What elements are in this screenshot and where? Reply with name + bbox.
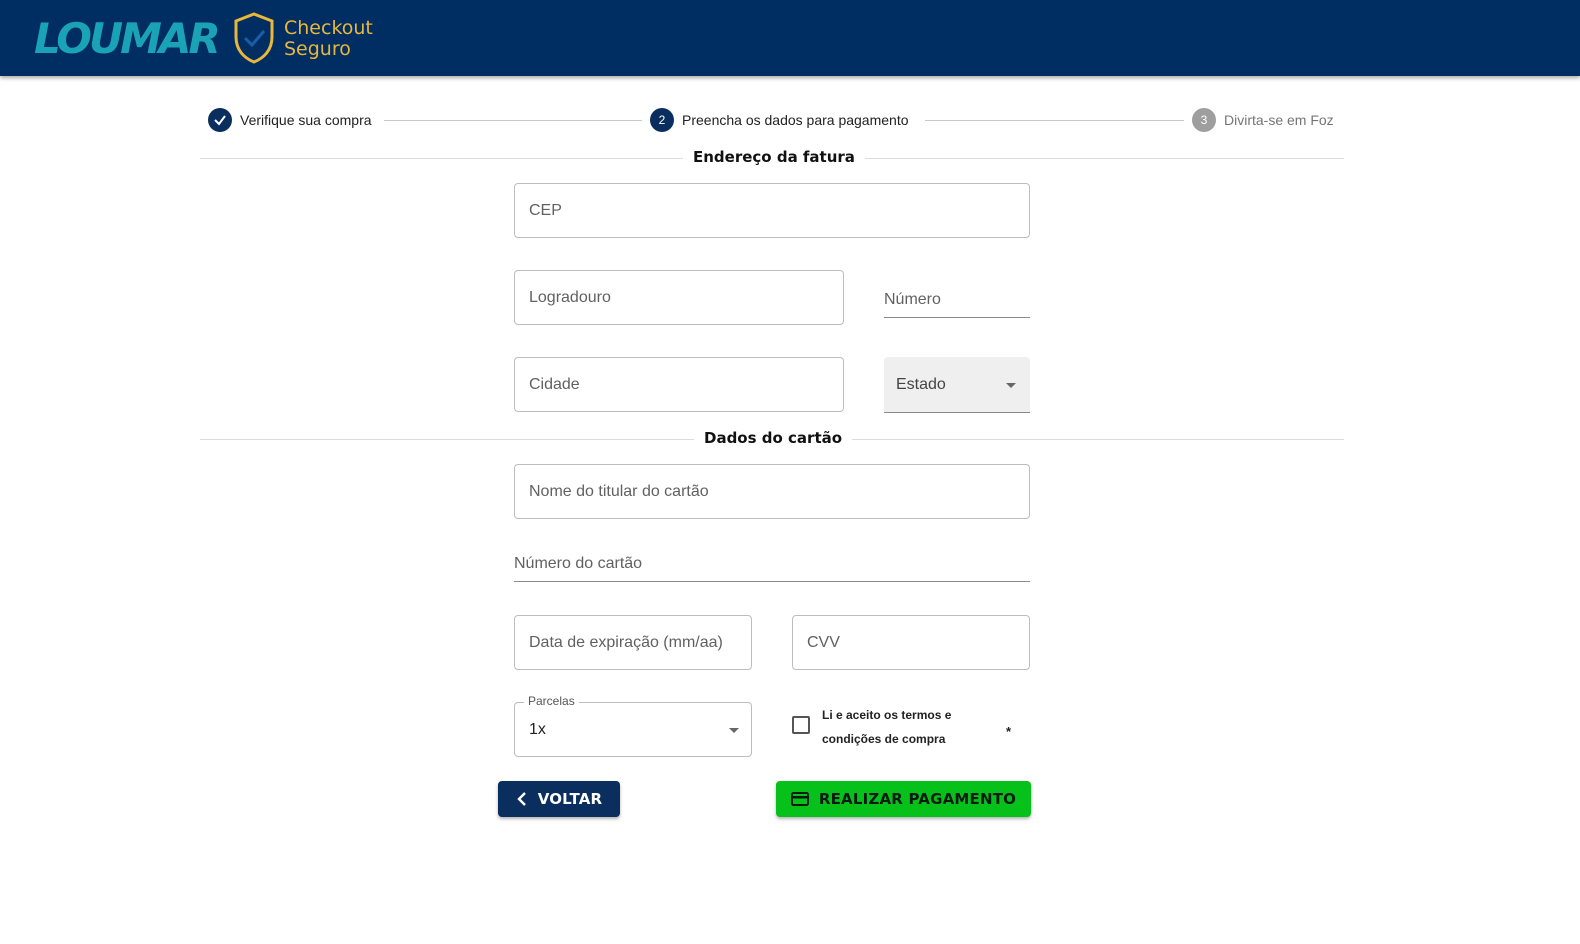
- badge-line-1: Checkout: [284, 17, 373, 39]
- brand-logo[interactable]: LOUMAR: [34, 14, 221, 63]
- card-section-title: Dados do cartão: [694, 429, 853, 447]
- step-label: Preencha os dados para pagamento: [682, 112, 909, 128]
- numero-input[interactable]: Número: [884, 280, 1030, 318]
- app-header: LOUMAR Checkout Seguro: [0, 0, 1580, 76]
- shield-check-icon: [234, 12, 274, 64]
- terms-checkbox[interactable]: [792, 716, 810, 734]
- step-label: Divirta-se em Foz: [1224, 112, 1334, 128]
- step-number: 2: [650, 108, 674, 132]
- back-button-label: VOLTAR: [537, 790, 603, 808]
- estado-placeholder: Estado: [896, 375, 946, 393]
- cidade-placeholder: Cidade: [529, 375, 580, 393]
- step-label: Verifique sua compra: [240, 112, 372, 128]
- pay-button[interactable]: REALIZAR PAGAMENTO: [776, 781, 1031, 817]
- expiry-input[interactable]: Data de expiração (mm/aa): [514, 615, 752, 670]
- card-number-placeholder: Número do cartão: [514, 555, 643, 572]
- step-enjoy: 3 Divirta-se em Foz: [1192, 108, 1334, 132]
- cep-placeholder: CEP: [529, 201, 562, 219]
- step-payment: 2 Preencha os dados para pagamento: [650, 108, 909, 132]
- installments-label: Parcelas: [524, 694, 579, 708]
- step-number: 3: [1192, 108, 1216, 132]
- card-holder-placeholder: Nome do titular do cartão: [529, 482, 709, 500]
- installments-select[interactable]: 1x: [514, 702, 752, 757]
- check-icon: [208, 108, 232, 132]
- card-holder-input[interactable]: Nome do titular do cartão: [514, 464, 1030, 519]
- pay-button-label: REALIZAR PAGAMENTO: [818, 790, 1017, 808]
- chevron-down-icon: [729, 728, 739, 733]
- billing-section-title: Endereço da fatura: [683, 148, 865, 166]
- credit-card-icon: [790, 792, 809, 806]
- step-connector: [384, 120, 642, 121]
- back-button[interactable]: VOLTAR: [498, 781, 620, 817]
- required-asterisk: *: [1006, 724, 1012, 739]
- badge-line-2: Seguro: [284, 38, 351, 60]
- cidade-input[interactable]: Cidade: [514, 357, 844, 412]
- logradouro-input[interactable]: Logradouro: [514, 270, 844, 325]
- checkout-seguro-badge: Checkout Seguro: [284, 18, 373, 60]
- estado-select[interactable]: Estado: [884, 357, 1030, 413]
- cvv-input[interactable]: CVV: [792, 615, 1030, 670]
- chevron-left-icon: [516, 791, 528, 807]
- numero-placeholder: Número: [884, 291, 941, 308]
- step-verify: Verifique sua compra: [208, 108, 372, 132]
- cvv-placeholder: CVV: [807, 633, 840, 651]
- expiry-placeholder: Data de expiração (mm/aa): [529, 633, 723, 651]
- step-connector: [925, 120, 1184, 121]
- chevron-down-icon: [1006, 383, 1016, 388]
- cep-input[interactable]: CEP: [514, 183, 1030, 238]
- card-number-input[interactable]: Número do cartão: [514, 544, 1030, 582]
- logradouro-placeholder: Logradouro: [529, 288, 611, 306]
- terms-label[interactable]: Li e aceito os termos e condições de com…: [822, 703, 972, 751]
- installments-value: 1x: [529, 720, 546, 738]
